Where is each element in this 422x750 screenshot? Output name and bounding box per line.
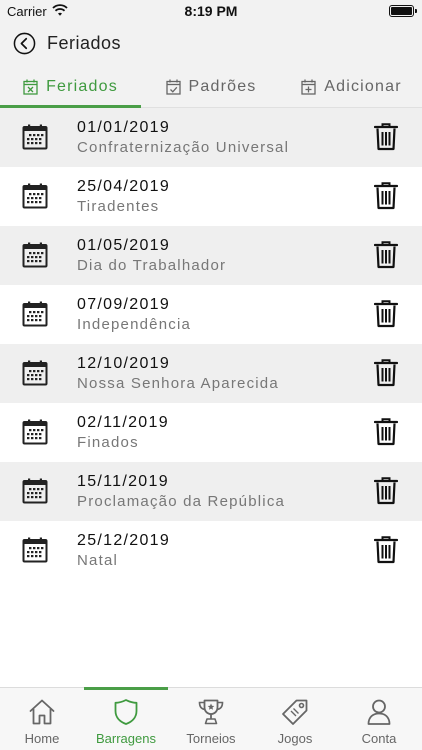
holiday-date: 07/09/2019	[77, 296, 171, 313]
clock: 8:19 PM	[184, 3, 238, 19]
list-item[interactable]: 25/12/2019 Natal	[0, 521, 422, 580]
bottom-tab-conta-label: Conta	[361, 731, 397, 746]
trash-icon[interactable]	[374, 477, 398, 505]
bottom-tab-conta[interactable]: Conta	[337, 688, 421, 750]
bottom-tab-torneios-label: Torneios	[186, 731, 236, 746]
calendar-plus-icon	[301, 79, 316, 95]
holiday-name: Nossa Senhora Aparecida	[77, 375, 279, 392]
list-item[interactable]: 02/11/2019 Finados	[0, 403, 422, 462]
tab-adicionar-label: Adicionar	[324, 78, 402, 95]
status-bar: Carrier 8:19 PM	[0, 0, 422, 22]
tab-bar: Feriados Padrões Adicionar	[0, 66, 422, 108]
calendar-x-icon	[23, 79, 38, 95]
bottom-tab-jogos-label: Jogos	[277, 731, 313, 746]
holiday-date: 01/01/2019	[77, 119, 171, 136]
tab-feriados[interactable]: Feriados	[0, 66, 141, 108]
bottom-tab-barragens-label: Barragens	[96, 731, 156, 746]
holiday-date: 12/10/2019	[77, 355, 171, 372]
back-button[interactable]	[13, 32, 36, 55]
calendar-icon	[22, 242, 48, 268]
list-item[interactable]: 15/11/2019 Proclamação da República	[0, 462, 422, 521]
holiday-name: Natal	[77, 552, 119, 569]
trash-icon[interactable]	[374, 182, 398, 210]
bottom-tab-barragens[interactable]: Barragens	[84, 687, 168, 750]
shield-icon	[114, 699, 138, 725]
bottom-tab-jogos[interactable]: Jogos	[253, 688, 337, 750]
user-icon	[367, 699, 391, 725]
calendar-icon	[22, 301, 48, 327]
trash-icon[interactable]	[374, 359, 398, 387]
holiday-date: 01/05/2019	[77, 237, 171, 254]
holiday-date: 25/04/2019	[77, 178, 171, 195]
tab-padroes-label: Padrões	[188, 78, 257, 95]
list-item[interactable]: 12/10/2019 Nossa Senhora Aparecida	[0, 344, 422, 403]
holiday-date: 25/12/2019	[77, 532, 171, 549]
tab-feriados-label: Feriados	[46, 78, 118, 95]
bottom-tab-torneios[interactable]: Torneios	[169, 688, 253, 750]
trash-icon[interactable]	[374, 241, 398, 269]
calendar-check-icon	[165, 79, 181, 95]
bottom-tab-home[interactable]: Home	[0, 688, 84, 750]
calendar-icon	[22, 419, 48, 445]
holiday-name: Dia do Trabalhador	[77, 257, 227, 274]
trash-icon[interactable]	[374, 123, 398, 151]
list-item[interactable]: 01/05/2019 Dia do Trabalhador	[0, 226, 422, 285]
holiday-name: Confraternização Universal	[77, 139, 290, 156]
holiday-name: Independência	[77, 316, 192, 333]
bottom-tab-home-label: Home	[24, 731, 60, 746]
holiday-name: Tiradentes	[77, 198, 160, 215]
holiday-name: Proclamação da República	[77, 493, 286, 510]
list-item[interactable]: 07/09/2019 Independência	[0, 285, 422, 344]
tab-padroes[interactable]: Padrões	[141, 66, 281, 108]
holiday-date: 15/11/2019	[77, 473, 169, 490]
bottom-tab-bar: Home Barragens Torneios Jogos Conta	[0, 687, 422, 750]
list-item[interactable]: 01/01/2019 Confraternização Universal	[0, 108, 422, 167]
calendar-icon	[22, 478, 48, 504]
holiday-list: 01/01/2019 Confraternização Universal 25…	[0, 108, 422, 580]
nav-bar: Feriados	[0, 22, 422, 66]
holiday-name: Finados	[77, 434, 139, 451]
trash-icon[interactable]	[374, 300, 398, 328]
holiday-date: 02/11/2019	[77, 414, 169, 431]
list-item[interactable]: 25/04/2019 Tiradentes	[0, 167, 422, 226]
trash-icon[interactable]	[374, 418, 398, 446]
calendar-icon	[22, 537, 48, 563]
trophy-icon	[198, 699, 224, 725]
tab-adicionar[interactable]: Adicionar	[281, 66, 422, 108]
trash-icon[interactable]	[374, 536, 398, 564]
battery-icon	[389, 5, 417, 17]
page-title: Feriados	[47, 33, 122, 53]
tag-icon	[282, 699, 308, 725]
calendar-icon	[22, 183, 48, 209]
home-icon	[29, 699, 55, 725]
calendar-icon	[22, 124, 48, 150]
calendar-icon	[22, 360, 48, 386]
